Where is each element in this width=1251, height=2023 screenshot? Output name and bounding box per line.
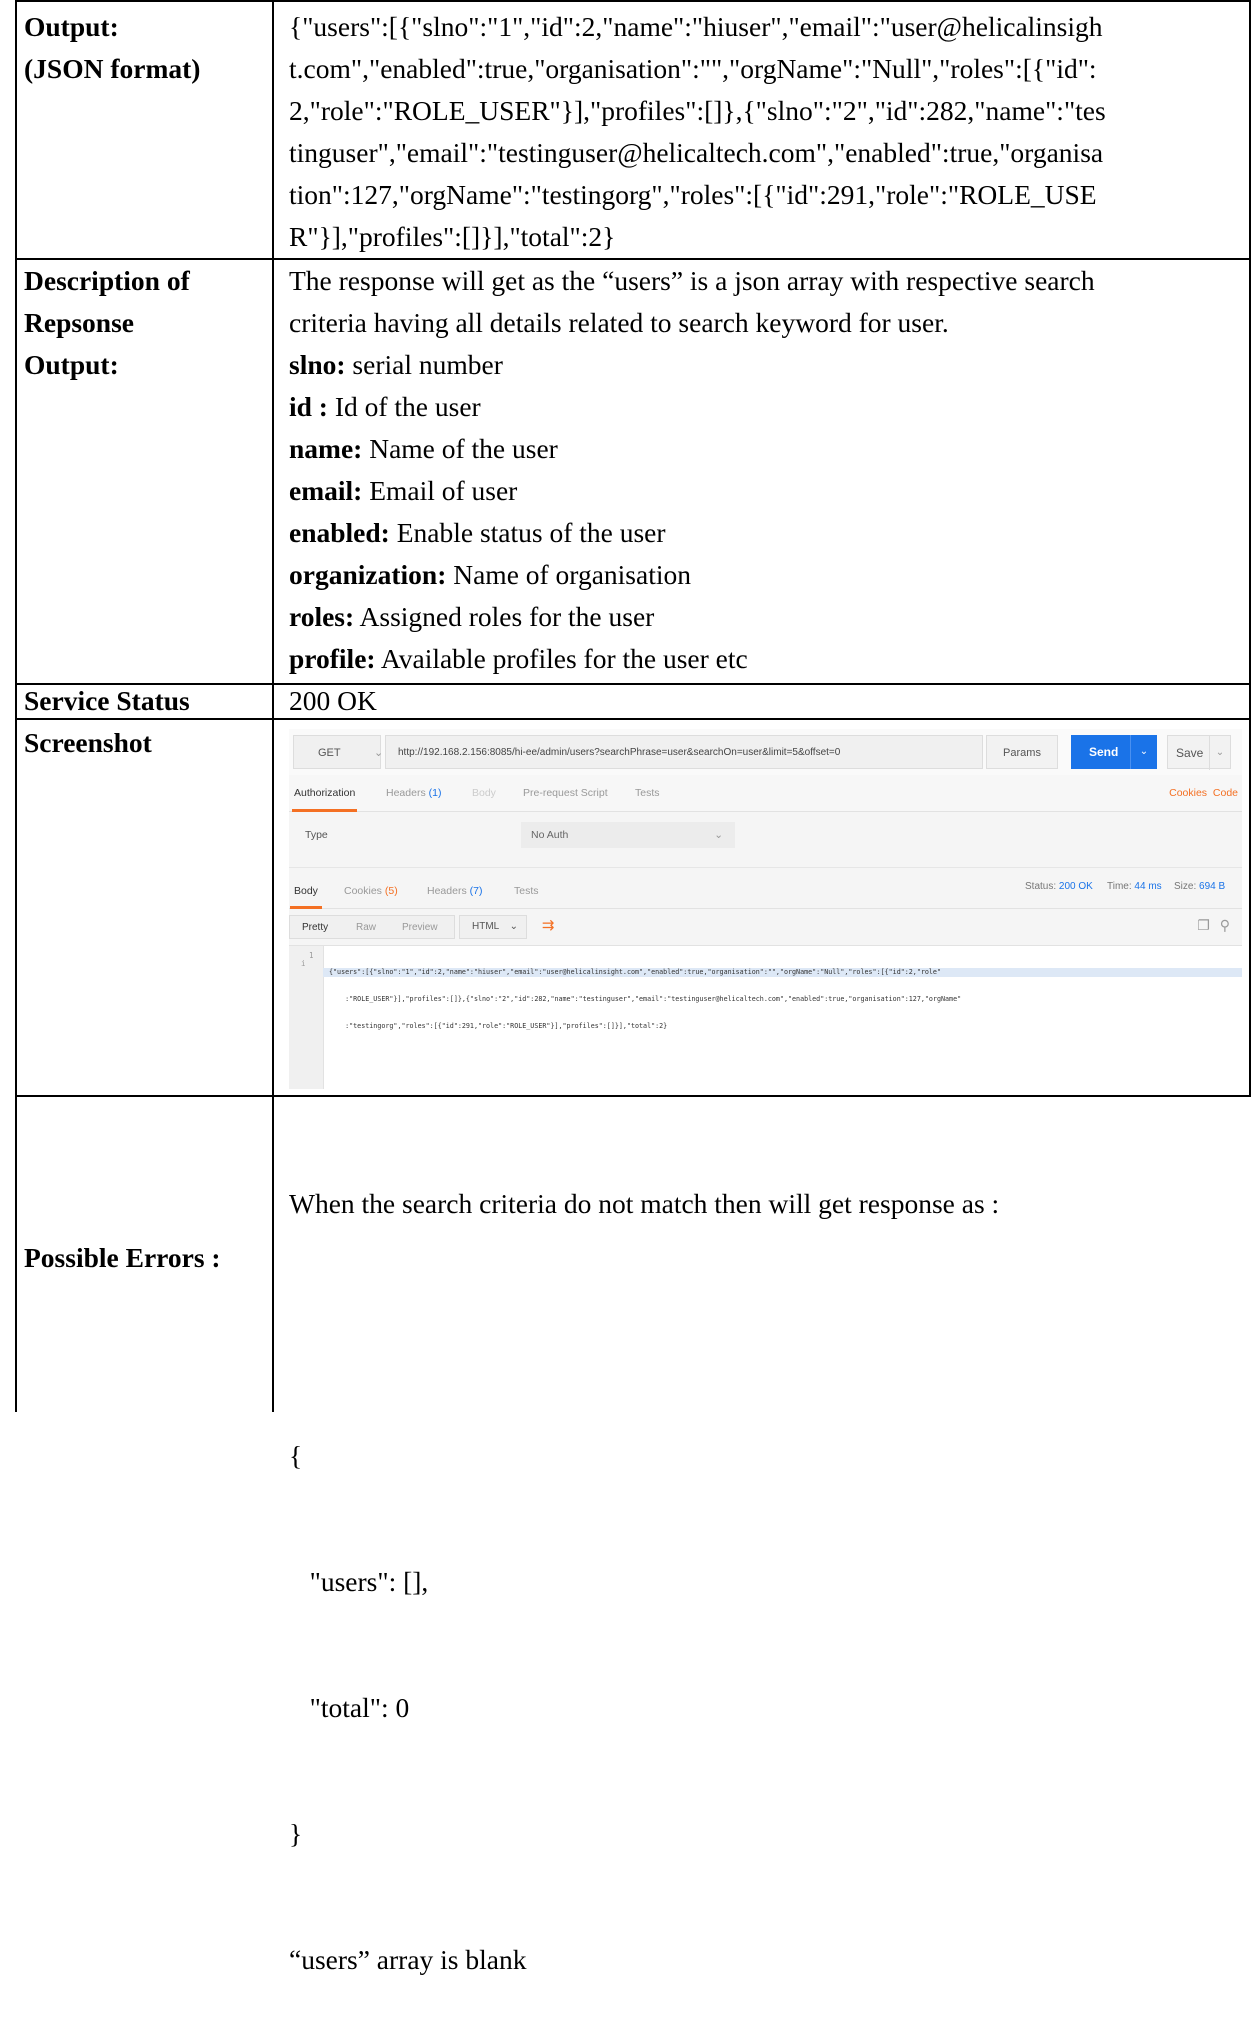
- description-value: The response will get as the “users” is …: [289, 260, 1249, 680]
- send-button[interactable]: Send ⌄: [1071, 735, 1157, 769]
- output-label: Output: (JSON format): [24, 11, 201, 84]
- table-border-top: [15, 0, 1251, 2]
- wrap-lines-icon[interactable]: ⇉: [534, 915, 562, 939]
- response-body-editor[interactable]: 1 i {"users":[{"slno":"1","id":2,"name":…: [289, 945, 1242, 1089]
- field-name: name: Name of the user: [289, 433, 558, 464]
- screenshot-label: Screenshot: [24, 727, 152, 758]
- tab-tests[interactable]: Tests: [635, 787, 660, 799]
- field-email: email: Email of user: [289, 475, 518, 506]
- response-tool-icons: ❐ ⚲: [1197, 917, 1230, 934]
- description-label: Description of Repsonse Output:: [24, 265, 190, 380]
- response-time: Time: 44 ms: [1107, 881, 1162, 892]
- description-intro-line: criteria having all details related to s…: [289, 307, 949, 338]
- fold-marker: i: [301, 959, 306, 968]
- field-slno: slno: serial number: [289, 349, 503, 380]
- tab-response-tests[interactable]: Tests: [514, 885, 539, 897]
- auth-type-select[interactable]: No Auth ⌄: [521, 822, 735, 848]
- request-url-bar: GET ⌄ http://192.168.2.156:8085/hi-ee/adm…: [289, 729, 1242, 776]
- output-json-value: {"users":[{"slno":"1","id":2,"name":"hiu…: [289, 11, 1106, 252]
- line-number: 1: [309, 951, 314, 960]
- row-divider-4: [15, 1095, 1251, 1097]
- service-status-value: 200 OK: [289, 685, 377, 716]
- response-status: Status: 200 OK: [1025, 881, 1093, 892]
- cookies-code-links[interactable]: Cookies Code: [1169, 787, 1238, 799]
- field-enabled: enabled: Enable status of the user: [289, 517, 666, 548]
- chevron-down-icon[interactable]: ⌄: [1209, 736, 1230, 770]
- description-intro-line: The response will get as the “users” is …: [289, 265, 1095, 296]
- params-button[interactable]: Params: [986, 735, 1058, 769]
- method-select[interactable]: GET ⌄: [293, 735, 384, 769]
- field-profile: profile: Available profiles for the user…: [289, 643, 748, 674]
- tab-response-body[interactable]: Body: [290, 885, 322, 909]
- request-tabs: Authorization Headers (1) Body Pre-reque…: [289, 775, 1242, 812]
- view-preview-button[interactable]: Preview: [402, 922, 438, 933]
- line-number-gutter: 1 i: [289, 946, 324, 1089]
- view-raw-button[interactable]: Raw: [356, 922, 376, 933]
- response-tabs: Body Cookies (5) Headers (7) Tests Statu…: [289, 867, 1242, 909]
- chevron-down-icon: ⌄: [509, 921, 518, 932]
- tab-headers[interactable]: Headers (1): [386, 787, 441, 799]
- tab-response-cookies[interactable]: Cookies (5): [344, 885, 398, 897]
- field-roles: roles: Assigned roles for the user: [289, 601, 655, 632]
- tab-pre-request-script[interactable]: Pre-request Script: [523, 787, 608, 799]
- field-organization: organization: Name of organisation: [289, 559, 691, 590]
- url-input[interactable]: http://192.168.2.156:8085/hi-ee/admin/us…: [385, 735, 983, 769]
- chevron-down-icon[interactable]: ⌄: [1130, 735, 1157, 769]
- possible-errors-label: Possible Errors :: [24, 1242, 221, 1273]
- chevron-down-icon: ⌄: [374, 747, 384, 759]
- tab-body[interactable]: Body: [472, 787, 496, 799]
- view-pretty-button[interactable]: Pretty: [302, 922, 328, 933]
- save-button[interactable]: Save ⌄: [1167, 735, 1231, 770]
- tab-authorization[interactable]: Authorization: [291, 787, 358, 812]
- chevron-down-icon: ⌄: [714, 829, 723, 841]
- response-json-code: {"users":[{"slno":"1","id":2,"name":"hiu…: [329, 968, 962, 1030]
- field-id: id : Id of the user: [289, 391, 481, 422]
- response-size: Size: 694 B: [1174, 881, 1226, 892]
- table-left-border: [15, 0, 17, 1412]
- response-view-toolbar: Pretty Raw Preview HTML ⌄ ⇉ ❐ ⚲: [289, 913, 1242, 941]
- tab-response-headers[interactable]: Headers (7): [427, 885, 482, 897]
- possible-errors-value: When the search criteria do not match th…: [289, 1188, 1000, 1975]
- search-icon[interactable]: ⚲: [1220, 917, 1230, 933]
- service-status-label: Service Status: [24, 685, 190, 716]
- copy-icon[interactable]: ❐: [1197, 917, 1210, 933]
- table-column-divider: [272, 0, 274, 1412]
- view-mode-group: Pretty Raw Preview: [289, 915, 455, 939]
- format-select[interactable]: HTML ⌄: [459, 915, 527, 939]
- auth-type-label: Type: [305, 829, 328, 841]
- postman-screenshot: GET ⌄ http://192.168.2.156:8085/hi-ee/adm…: [289, 729, 1242, 1089]
